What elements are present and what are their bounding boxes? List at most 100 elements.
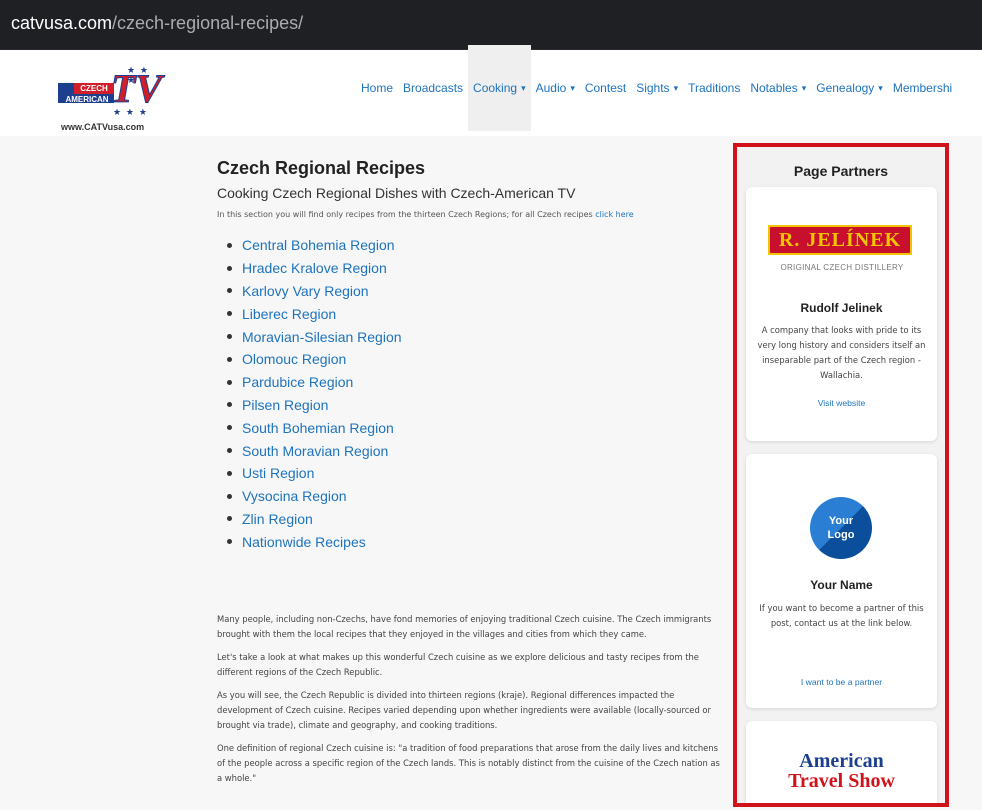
nav-membership[interactable]: Membershi [888, 45, 957, 131]
chevron-down-icon: ▾ [570, 83, 575, 93]
your-logo-badge: Your Logo [810, 497, 872, 559]
nav-home[interactable]: Home [356, 45, 398, 131]
partner-card-placeholder: Your Logo Your Name If you want to become… [746, 454, 937, 708]
partner-name: Rudolf Jelinek [800, 301, 883, 315]
nav-broadcasts[interactable]: Broadcasts [398, 45, 468, 131]
bullet-icon [227, 493, 232, 499]
american-travel-show-logo[interactable]: American Travel Show [746, 751, 937, 791]
partner-description: If you want to become a partner of this … [759, 603, 924, 628]
region-link[interactable]: South Moravian Region [242, 443, 388, 459]
partner-description: A company that looks with pride to its v… [757, 325, 926, 380]
url-domain: catvusa.com [11, 13, 113, 33]
list-item[interactable]: Zlin Region [227, 508, 402, 531]
become-partner-link[interactable]: I want to be a partner [746, 677, 937, 687]
article-paragraph: One definition of regional Czech cuisine… [217, 743, 720, 783]
list-item[interactable]: Liberec Region [227, 302, 402, 325]
nav-cooking[interactable]: Cooking ▾ [468, 45, 531, 131]
nav-sights[interactable]: Sights ▾ [631, 45, 683, 131]
page-subtitle: Cooking Czech Regional Dishes with Czech… [217, 185, 576, 201]
region-link[interactable]: Zlin Region [242, 511, 313, 527]
intro-note: In this section you will find only recip… [217, 210, 634, 219]
atv-line2: Travel Show [788, 770, 895, 792]
jelinek-logo-sub: ORIGINAL CZECH DISTILLERY [780, 263, 904, 272]
region-link[interactable]: Vysocina Region [242, 488, 347, 504]
bullet-icon [227, 265, 232, 271]
region-link[interactable]: South Bohemian Region [242, 420, 394, 436]
bullet-icon [227, 242, 232, 248]
nav-genealogy[interactable]: Genealogy ▾ [811, 45, 888, 131]
bullet-icon [227, 288, 232, 294]
partner-card-jelinek: R. JELÍNEK ORIGINAL CZECH DISTILLERY Rud… [746, 187, 937, 441]
list-item[interactable]: South Moravian Region [227, 439, 402, 462]
click-here-link[interactable]: click here [595, 210, 633, 219]
region-link[interactable]: Liberec Region [242, 306, 336, 322]
list-item[interactable]: Hradec Kralove Region [227, 257, 402, 280]
nav-contest[interactable]: Contest [580, 45, 631, 131]
bullet-icon [227, 402, 232, 408]
your-logo-text-1: Your [828, 515, 854, 527]
sidebar-title: Page Partners [793, 163, 889, 179]
region-list: Central Bohemia Region Hradec Kralove Re… [227, 234, 402, 553]
partner-card-american-travel-show: American Travel Show [746, 721, 937, 803]
nav-traditions[interactable]: Traditions [683, 45, 745, 131]
bullet-icon [227, 379, 232, 385]
region-link[interactable]: Hradec Kralove Region [242, 260, 387, 276]
logo-stars-bottom-icon: ★ ★ ★ [113, 108, 148, 118]
bullet-icon [227, 311, 232, 317]
visit-website-link[interactable]: Visit website [746, 398, 937, 408]
url-text[interactable]: catvusa.com/czech-regional-recipes/ [11, 13, 303, 34]
chevron-down-icon: ▾ [878, 83, 883, 93]
list-item[interactable]: Nationwide Recipes [227, 530, 402, 553]
bullet-icon [227, 334, 232, 340]
url-path: /czech-regional-recipes/ [112, 13, 304, 33]
article-paragraph: As you will see, the Czech Republic is d… [217, 690, 712, 730]
article-paragraph: Many people, including non-Czechs, have … [217, 614, 712, 639]
list-item[interactable]: Pardubice Region [227, 371, 402, 394]
region-link[interactable]: Moravian-Silesian Region [242, 329, 402, 345]
list-item[interactable]: Moravian-Silesian Region [227, 325, 402, 348]
nav-notables[interactable]: Notables ▾ [745, 45, 811, 131]
partner-name: Your Name [810, 578, 873, 592]
jelinek-logo-text: R. JELÍNEK [768, 225, 912, 255]
logo-american: AMERICAN [65, 95, 109, 104]
region-link[interactable]: Usti Region [242, 465, 314, 481]
list-item[interactable]: Pilsen Region [227, 394, 402, 417]
nav-label: Traditions [688, 81, 741, 95]
intro-note-text: In this section you will find only recip… [217, 210, 596, 219]
chevron-down-icon: ▾ [521, 83, 526, 93]
nav-label: Notables [750, 81, 798, 95]
page-partners-sidebar: Page Partners R. JELÍNEK ORIGINAL CZECH … [733, 143, 949, 807]
region-link[interactable]: Nationwide Recipes [242, 534, 366, 550]
region-link[interactable]: Pilsen Region [242, 397, 328, 413]
region-link[interactable]: Karlovy Vary Region [242, 283, 369, 299]
site-logo[interactable]: ★ ★ ★ CZECH AMERICAN TV ★ ★ ★ www.CATVus… [57, 66, 163, 132]
list-item[interactable]: Karlovy Vary Region [227, 280, 402, 303]
nav-label: Audio [535, 81, 567, 95]
article-paragraph: Let's take a look at what makes up this … [217, 652, 699, 677]
browser-address-bar[interactable]: catvusa.com/czech-regional-recipes/ [0, 0, 982, 50]
nav-label: Cooking [473, 81, 518, 95]
site-header: ★ ★ ★ CZECH AMERICAN TV ★ ★ ★ www.CATVus… [0, 45, 982, 136]
list-item[interactable]: South Bohemian Region [227, 416, 402, 439]
nav-label: Home [361, 81, 394, 95]
nav-label: Membershi [892, 81, 953, 95]
bullet-icon [227, 470, 232, 476]
nav-label: Genealogy [816, 81, 875, 95]
region-link[interactable]: Pardubice Region [242, 374, 353, 390]
bullet-icon [227, 516, 232, 522]
list-item[interactable]: Central Bohemia Region [227, 234, 402, 257]
list-item[interactable]: Vysocina Region [227, 485, 402, 508]
bullet-icon [227, 539, 232, 545]
nav-label: Broadcasts [403, 81, 464, 95]
logo-site-url: www.CATVusa.com [61, 122, 145, 132]
list-item[interactable]: Usti Region [227, 462, 402, 485]
article-body: Many people, including non-Czechs, have … [217, 612, 727, 794]
list-item[interactable]: Olomouc Region [227, 348, 402, 371]
jelinek-logo[interactable]: R. JELÍNEK ORIGINAL CZECH DISTILLERY [762, 225, 922, 272]
nav-label: Sights [636, 81, 670, 95]
nav-label: Contest [584, 81, 627, 95]
nav-audio[interactable]: Audio ▾ [531, 45, 580, 131]
region-link[interactable]: Central Bohemia Region [242, 237, 395, 253]
region-link[interactable]: Olomouc Region [242, 351, 346, 367]
back-edge-icon [0, 14, 6, 34]
